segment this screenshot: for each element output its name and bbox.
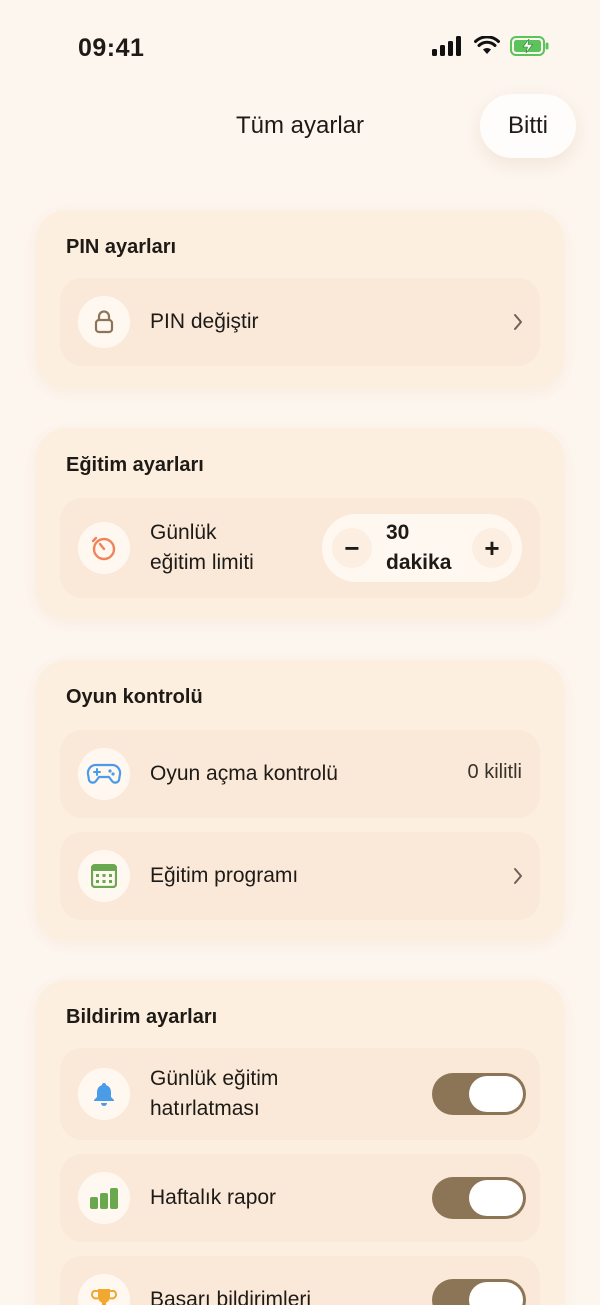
weekly-report-toggle[interactable]: [432, 1177, 526, 1219]
daily-limit-label: Günlük eğitim limiti: [150, 518, 254, 578]
calendar-icon-wrap: [78, 850, 130, 902]
achievements-toggle[interactable]: [432, 1279, 526, 1305]
weekly-report-row: Haftalık rapor: [60, 1154, 540, 1242]
pin-settings-card: PIN ayarları PIN değiştir: [36, 210, 564, 388]
battery-charging-icon: [510, 36, 549, 56]
chevron-right-icon: [514, 868, 522, 884]
status-icons: [432, 36, 550, 56]
game-unlock-status: 0 kilitli: [467, 761, 522, 783]
daily-limit-label-line2: eğitim limiti: [150, 551, 254, 574]
toggle-knob: [469, 1180, 523, 1216]
increase-button[interactable]: +: [472, 528, 512, 568]
achievements-row: Başarı bildirimleri: [60, 1256, 540, 1305]
bell-icon-wrap: [78, 1068, 130, 1120]
bell-icon: [94, 1083, 114, 1106]
daily-limit-label-line1: Günlük: [150, 521, 217, 544]
chevron-right-icon: [514, 314, 522, 330]
game-control-card: Oyun kontrolü Oyun açma kontrolü 0 kilit…: [36, 660, 564, 940]
achievements-label: Başarı bildirimleri: [150, 1288, 312, 1305]
status-bar: 09:41: [0, 0, 600, 96]
toggle-knob: [469, 1282, 523, 1305]
change-pin-label: PIN değiştir: [150, 310, 259, 333]
bar-chart-icon-wrap: [78, 1172, 130, 1224]
calendar-icon: [91, 864, 117, 888]
education-settings-card: Eğitim ayarları Günlük eğitim limiti − 3…: [36, 428, 564, 618]
trophy-icon: [91, 1289, 117, 1305]
limit-stepper: − 30 dakika +: [322, 514, 522, 582]
daily-reminder-row: Günlük eğitim hatırlatması: [60, 1048, 540, 1140]
game-unlock-row[interactable]: Oyun açma kontrolü 0 kilitli: [60, 730, 540, 818]
notification-section-title: Bildirim ayarları: [66, 1006, 218, 1028]
status-time: 09:41: [78, 34, 145, 62]
daily-reminder-line2: hatırlatması: [150, 1097, 260, 1120]
notification-settings-card: Bildirim ayarları Günlük eğitim hatırlat…: [36, 980, 564, 1305]
game-section-title: Oyun kontrolü: [66, 686, 203, 708]
limit-unit: dakika: [386, 551, 452, 574]
game-unlock-label: Oyun açma kontrolü: [150, 762, 338, 785]
pin-section-title: PIN ayarları: [66, 236, 177, 258]
cellular-signal-icon: [432, 36, 461, 56]
daily-reminder-line1: Günlük eğitim: [150, 1067, 279, 1090]
trophy-icon-wrap: [78, 1274, 130, 1305]
weekly-report-label: Haftalık rapor: [150, 1186, 277, 1209]
daily-reminder-label: Günlük eğitim hatırlatması: [150, 1064, 278, 1124]
decrease-button[interactable]: −: [332, 528, 372, 568]
bar-chart-icon: [90, 1188, 118, 1209]
gamepad-icon-wrap: [78, 748, 130, 800]
wifi-icon: [474, 36, 500, 54]
header: Tüm ayarlar Bitti: [0, 94, 600, 166]
done-button[interactable]: Bitti: [480, 94, 576, 158]
lock-icon: [94, 310, 114, 334]
gamepad-icon: [86, 763, 122, 784]
change-pin-row[interactable]: PIN değiştir: [60, 278, 540, 366]
toggle-knob: [469, 1076, 523, 1112]
limit-number: 30: [386, 521, 410, 544]
timer-icon-wrap: [78, 522, 130, 574]
lock-icon-wrap: [78, 296, 130, 348]
education-program-row[interactable]: Eğitim programı: [60, 832, 540, 920]
timer-icon: [91, 536, 116, 561]
limit-value: 30 dakika: [386, 518, 451, 578]
daily-limit-row: Günlük eğitim limiti − 30 dakika +: [60, 498, 540, 598]
education-program-label: Eğitim programı: [150, 864, 299, 887]
daily-reminder-toggle[interactable]: [432, 1073, 526, 1115]
education-section-title: Eğitim ayarları: [66, 454, 204, 476]
